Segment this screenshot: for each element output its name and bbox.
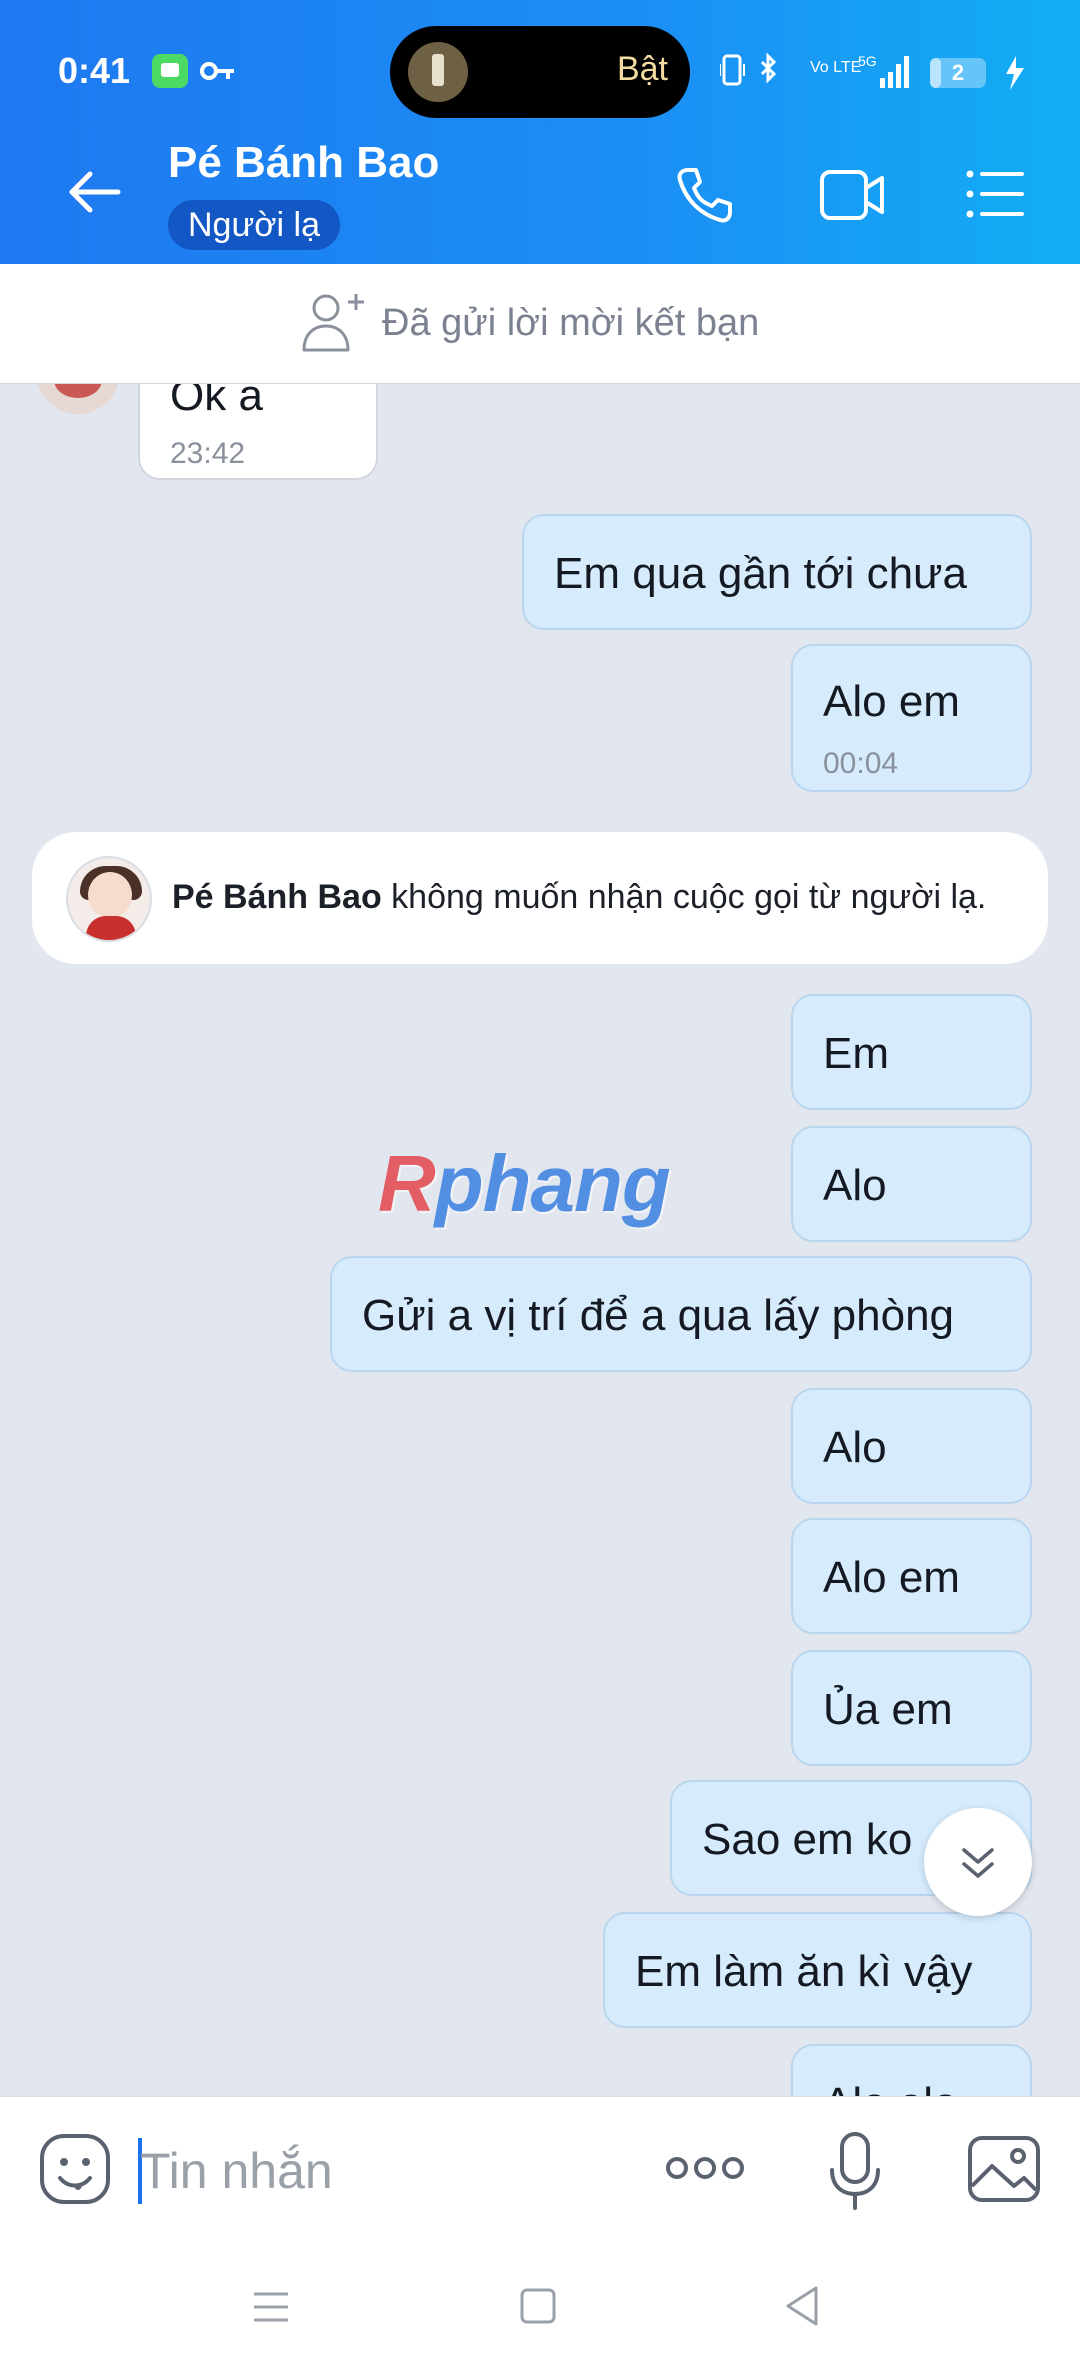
chat-screen: Ok a 23:42 Em qua gần tới chưa Alo em 00… [0, 0, 1080, 2372]
message-text: Ủa em [823, 1685, 953, 1734]
signal-5g-label: 5G [858, 53, 877, 69]
video-camera-icon[interactable] [818, 166, 886, 224]
contact-name[interactable]: Pé Bánh Bao [168, 138, 439, 188]
status-time: 0:41 [58, 50, 131, 91]
message-text: Em qua gần tới chưa [554, 549, 967, 598]
battery-level: 2 [951, 60, 965, 85]
message-bubble-outgoing[interactable]: Alo [791, 1388, 1032, 1504]
double-chevron-down-icon [962, 1848, 994, 1878]
watermark-first-letter: R [378, 1139, 436, 1228]
message-bubble-outgoing[interactable]: Alo [791, 1126, 1032, 1242]
message-text: Em làm ăn kì vậy [635, 1947, 973, 1996]
message-time: 00:04 [823, 747, 899, 780]
message-bubble-outgoing[interactable]: Em [791, 994, 1032, 1110]
message-time: 23:42 [170, 437, 246, 470]
status-bar: 0:41 Bật Vo LTE 5G 2 [0, 0, 1080, 140]
system-notice-text: Pé Bánh Bao không muốn nhận cuộc gọi từ … [172, 878, 986, 917]
recent-apps-icon[interactable] [250, 2288, 292, 2326]
scroll-to-bottom-button[interactable] [924, 1808, 1032, 1916]
chat-header: 0:41 Bật Vo LTE 5G 2 Pé Bánh Bao Người l… [0, 0, 1080, 264]
key-icon [200, 62, 234, 80]
microphone-icon[interactable] [828, 2130, 882, 2212]
flashlight-icon [408, 42, 468, 102]
message-bubble-outgoing[interactable]: Em làm ăn kì vậy [603, 1912, 1032, 2028]
battery-indicator: 2 [930, 58, 986, 88]
phone-icon[interactable] [674, 164, 736, 226]
emoji-icon[interactable] [38, 2132, 112, 2206]
message-input[interactable] [140, 2136, 640, 2206]
message-text: Alo em [823, 1553, 960, 1602]
message-text: Alo em [823, 677, 960, 726]
more-dots-icon[interactable] [664, 2150, 746, 2186]
list-menu-icon[interactable] [964, 166, 1026, 222]
image-icon[interactable] [966, 2134, 1042, 2204]
message-text: Alo [823, 1161, 887, 1210]
notice-contact-name: Pé Bánh Bao [172, 878, 382, 916]
home-icon[interactable] [518, 2286, 558, 2326]
notice-message: không muốn nhận cuộc gọi từ người lạ. [391, 878, 987, 916]
message-text: Sao em ko ... [702, 1815, 962, 1864]
message-text: Em [823, 1029, 889, 1078]
volte-label: Vo LTE [810, 59, 861, 76]
add-friend-icon [302, 294, 364, 352]
stranger-badge: Người lạ [168, 200, 340, 250]
friend-request-text: Đã gửi lời mời kết bạn [382, 302, 760, 344]
message-text: Alo [823, 1423, 887, 1472]
message-bubble-outgoing[interactable]: Ủa em [791, 1650, 1032, 1766]
status-icons: Vo LTE 5G [720, 52, 1024, 90]
flashlight-label: Bật [616, 50, 668, 88]
message-bubble-outgoing[interactable]: Alo em 00:04 [791, 644, 1032, 792]
back-arrow-icon[interactable] [62, 160, 126, 224]
flashlight-pill[interactable]: Bật [390, 26, 690, 118]
message-text: Gửi a vị trí để a qua lấy phòng [362, 1291, 955, 1340]
notice-avatar [66, 856, 152, 942]
message-notification-icon [152, 54, 188, 88]
watermark-rest: phang [434, 1139, 671, 1228]
nav-back-icon[interactable] [782, 2284, 822, 2328]
message-bubble-outgoing[interactable]: Alo em [791, 1518, 1032, 1634]
message-bubble-outgoing[interactable]: Gửi a vị trí để a qua lấy phòng [330, 1256, 1032, 1372]
watermark-logo: Rphang [378, 1138, 671, 1230]
message-bubble-outgoing[interactable]: Em qua gần tới chưa [522, 514, 1032, 630]
